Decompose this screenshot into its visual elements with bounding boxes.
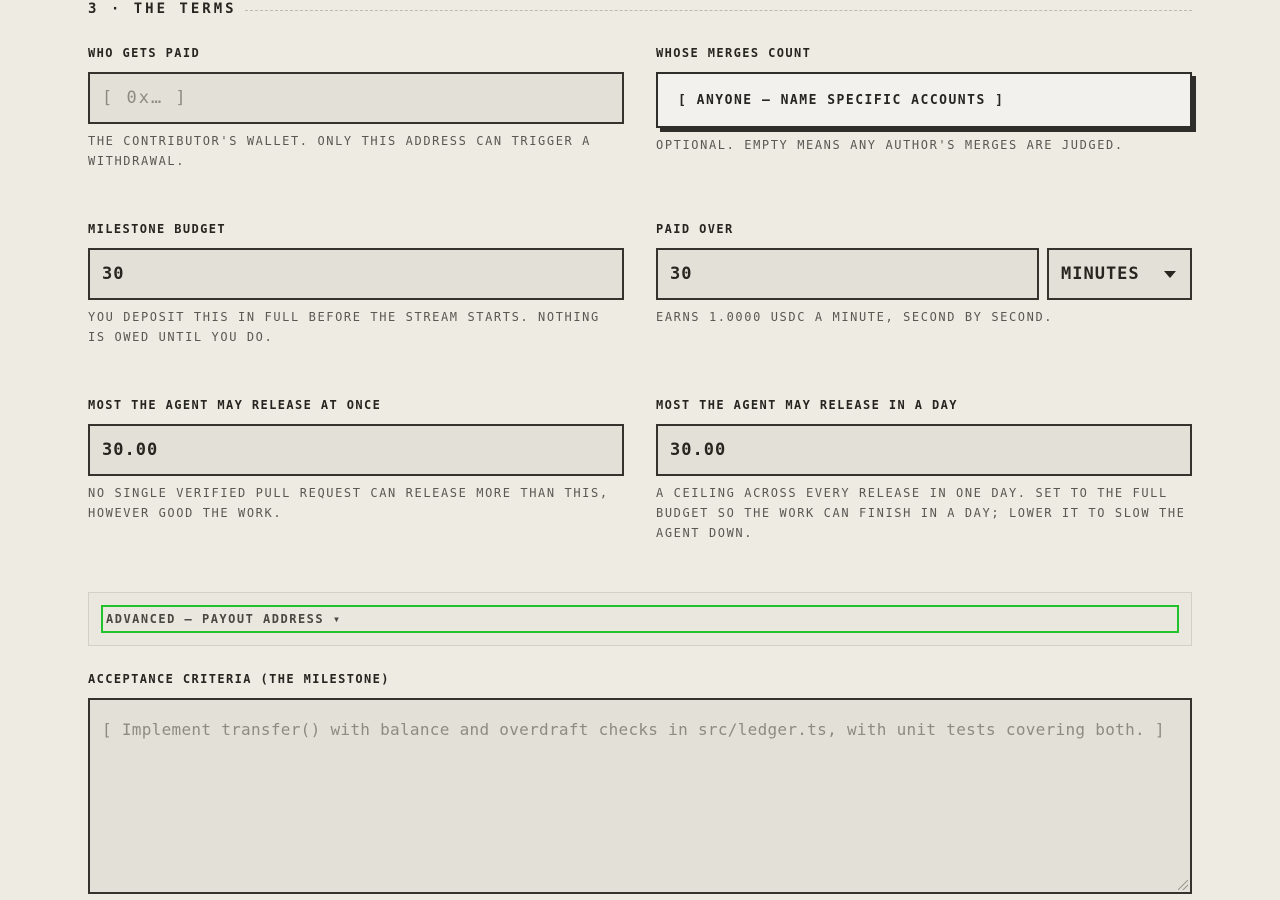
milestone-budget-label: MILESTONE BUDGET: [88, 222, 226, 236]
max-release-day-help: A CEILING ACROSS EVERY RELEASE IN ONE DA…: [656, 486, 1186, 540]
max-release-day-label: MOST THE AGENT MAY RELEASE IN A DAY: [656, 398, 958, 412]
duration-unit-select[interactable]: MINUTES: [1047, 248, 1192, 300]
milestone-budget-help: YOU DEPOSIT THIS IN FULL BEFORE THE STRE…: [88, 310, 600, 344]
max-release-once-help: NO SINGLE VERIFIED PULL REQUEST CAN RELE…: [88, 486, 609, 520]
duration-unit-value: MINUTES: [1061, 264, 1140, 284]
milestone-budget-input[interactable]: 30: [88, 248, 624, 300]
whose-merges-count-label: WHOSE MERGES COUNT: [656, 46, 812, 60]
name-accounts-button[interactable]: [ ANYONE — NAME SPECIFIC ACCOUNTS ]: [656, 72, 1192, 128]
who-gets-paid-label: WHO GETS PAID: [88, 46, 201, 60]
paid-over-help: EARNS 1.0000 USDC A MINUTE, SECOND BY SE…: [656, 310, 1054, 324]
acceptance-criteria-label: ACCEPTANCE CRITERIA (THE MILESTONE): [88, 672, 390, 686]
resize-handle-icon[interactable]: [1178, 880, 1188, 890]
section-title: 3 · THE TERMS: [88, 1, 237, 17]
who-gets-paid-help: THE CONTRIBUTOR'S WALLET. ONLY THIS ADDR…: [88, 134, 592, 168]
max-release-once-label: MOST THE AGENT MAY RELEASE AT ONCE: [88, 398, 382, 412]
paid-over-input[interactable]: 30: [656, 248, 1039, 300]
wallet-address-input[interactable]: [ 0x… ]: [88, 72, 624, 124]
whose-merges-count-field: WHOSE MERGES COUNT: [656, 45, 1192, 65]
chevron-down-icon: [1164, 270, 1176, 278]
max-release-day-input[interactable]: 30.00: [656, 424, 1192, 476]
acceptance-criteria-placeholder: [ Implement transfer() with balance and …: [102, 720, 1165, 739]
whose-merges-count-help: OPTIONAL. EMPTY MEANS ANY AUTHOR'S MERGE…: [656, 138, 1124, 152]
max-release-once-input[interactable]: 30.00: [88, 424, 624, 476]
acceptance-criteria-field: ACCEPTANCE CRITERIA (THE MILESTONE): [88, 671, 1192, 691]
milestone-budget-field: MILESTONE BUDGET: [88, 221, 624, 241]
paid-over-field: PAID OVER: [656, 221, 1192, 241]
acceptance-criteria-textarea[interactable]: [ Implement transfer() with balance and …: [88, 698, 1192, 894]
section-divider: [244, 9, 1192, 11]
advanced-payout-details: ADVANCED — PAYOUT ADDRESS ▾: [88, 592, 1192, 646]
section-header: 3 · THE TERMS: [88, 0, 1192, 18]
max-release-once-field: MOST THE AGENT MAY RELEASE AT ONCE: [88, 397, 624, 417]
paid-over-label: PAID OVER: [656, 222, 734, 236]
advanced-payout-toggle[interactable]: ADVANCED — PAYOUT ADDRESS ▾: [101, 605, 1179, 633]
max-release-day-field: MOST THE AGENT MAY RELEASE IN A DAY: [656, 397, 1192, 417]
